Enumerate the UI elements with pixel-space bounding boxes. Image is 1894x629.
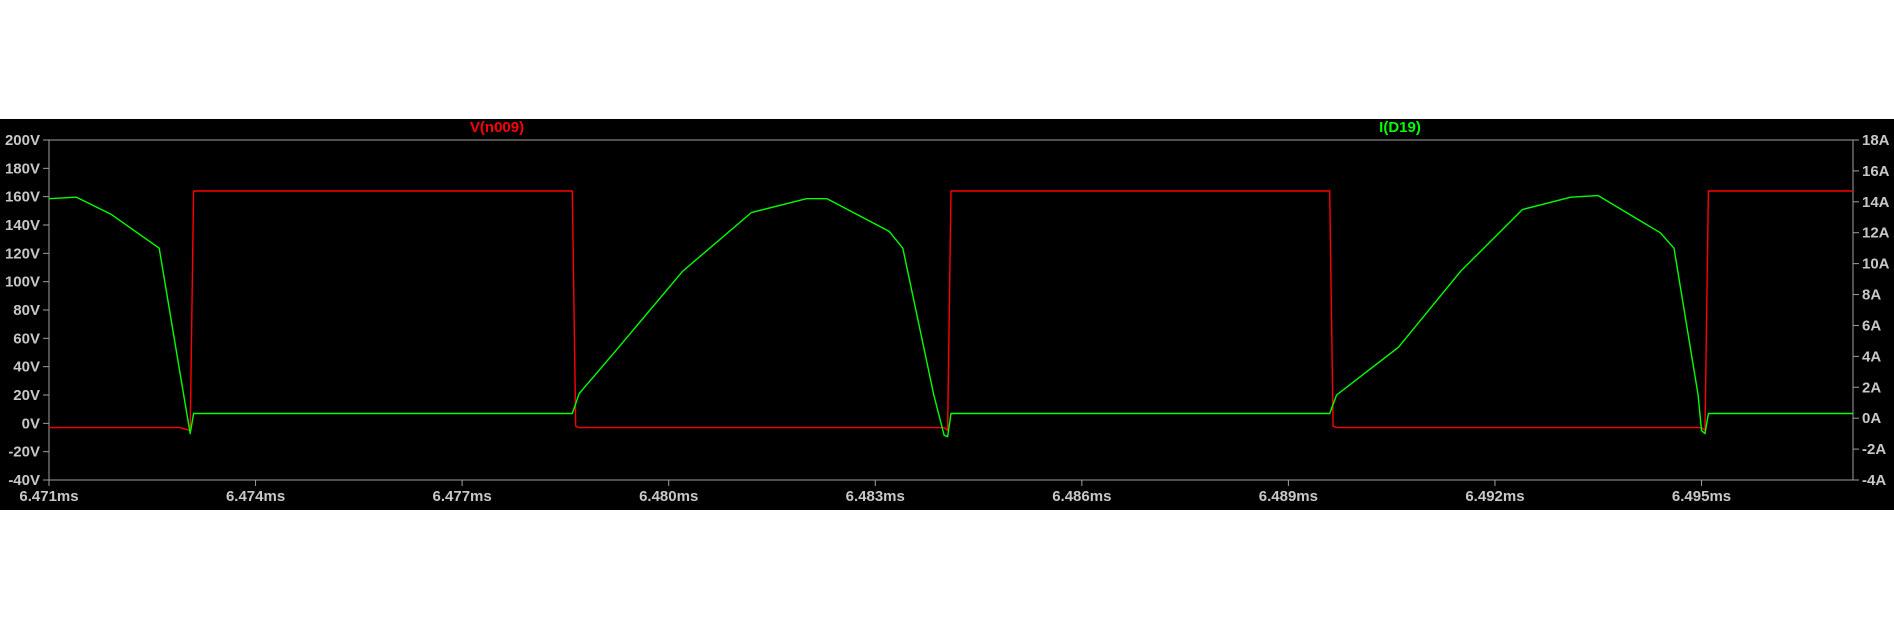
y-left-tick-label: 140V bbox=[5, 217, 40, 234]
y-left-tick-label: -40V bbox=[8, 472, 40, 489]
y-right-tick-label: 8A bbox=[1862, 287, 1881, 304]
y-right-tick-label: 14A bbox=[1862, 194, 1890, 211]
waveform-plot[interactable]: V(n009) I(D19) 200V 180V 160V 140V 120V 100V 8… bbox=[0, 119, 1894, 510]
trace-title-current[interactable]: I(D19) bbox=[1379, 119, 1421, 136]
y-left-tick-label: 200V bbox=[5, 132, 40, 149]
x-tick-label: 6.474ms bbox=[226, 488, 285, 505]
waveform-viewer[interactable]: V(n009) I(D19) 200V 180V 160V 140V 120V 100V 8… bbox=[0, 119, 1894, 510]
y-right-tick-label: 16A bbox=[1862, 163, 1890, 180]
x-tick-label: 6.486ms bbox=[1052, 488, 1111, 505]
y-left-tick-label: 0V bbox=[22, 415, 40, 432]
x-tick-label: 6.477ms bbox=[433, 488, 492, 505]
y-right-tick-label: 0A bbox=[1862, 410, 1881, 427]
x-tick-label: 6.471ms bbox=[19, 488, 78, 505]
x-tick-label: 6.480ms bbox=[639, 488, 698, 505]
y-right-tick-label: -2A bbox=[1862, 441, 1886, 458]
y-left-tick-label: 40V bbox=[13, 359, 40, 376]
y-left-tick-label: 100V bbox=[5, 274, 40, 291]
y-right-tick-label: 10A bbox=[1862, 256, 1890, 273]
trace-title-voltage[interactable]: V(n009) bbox=[470, 119, 524, 136]
x-tick-label: 6.495ms bbox=[1672, 488, 1731, 505]
x-tick-label: 6.483ms bbox=[846, 488, 905, 505]
y-left-tick-label: -20V bbox=[8, 444, 40, 461]
y-right-tick-label: 4A bbox=[1862, 348, 1881, 365]
y-right-tick-label: 18A bbox=[1862, 132, 1890, 149]
y-left-tick-label: 80V bbox=[13, 302, 40, 319]
x-tick-label: 6.492ms bbox=[1465, 488, 1524, 505]
traces-group bbox=[48, 190, 1853, 438]
y-left-tick-label: 160V bbox=[5, 189, 40, 206]
y-left-tick-label: 120V bbox=[5, 245, 40, 262]
voltage-trace-line[interactable] bbox=[49, 190, 1853, 432]
y-right-tick-label: 6A bbox=[1862, 317, 1881, 334]
y-right-tick-label: 2A bbox=[1862, 379, 1881, 396]
y-right-tick-label: 12A bbox=[1862, 225, 1890, 242]
y-right-tick-label: -4A bbox=[1862, 472, 1886, 489]
y-left-tick-label: 20V bbox=[13, 387, 40, 404]
x-tick-label: 6.489ms bbox=[1259, 488, 1318, 505]
y-left-tick-label: 60V bbox=[13, 330, 40, 347]
axes-group: 200V 180V 160V 140V 120V 100V 80V 60V 40V 20V 0V -2… bbox=[5, 132, 1890, 505]
y-left-tick-label: 180V bbox=[5, 160, 40, 177]
